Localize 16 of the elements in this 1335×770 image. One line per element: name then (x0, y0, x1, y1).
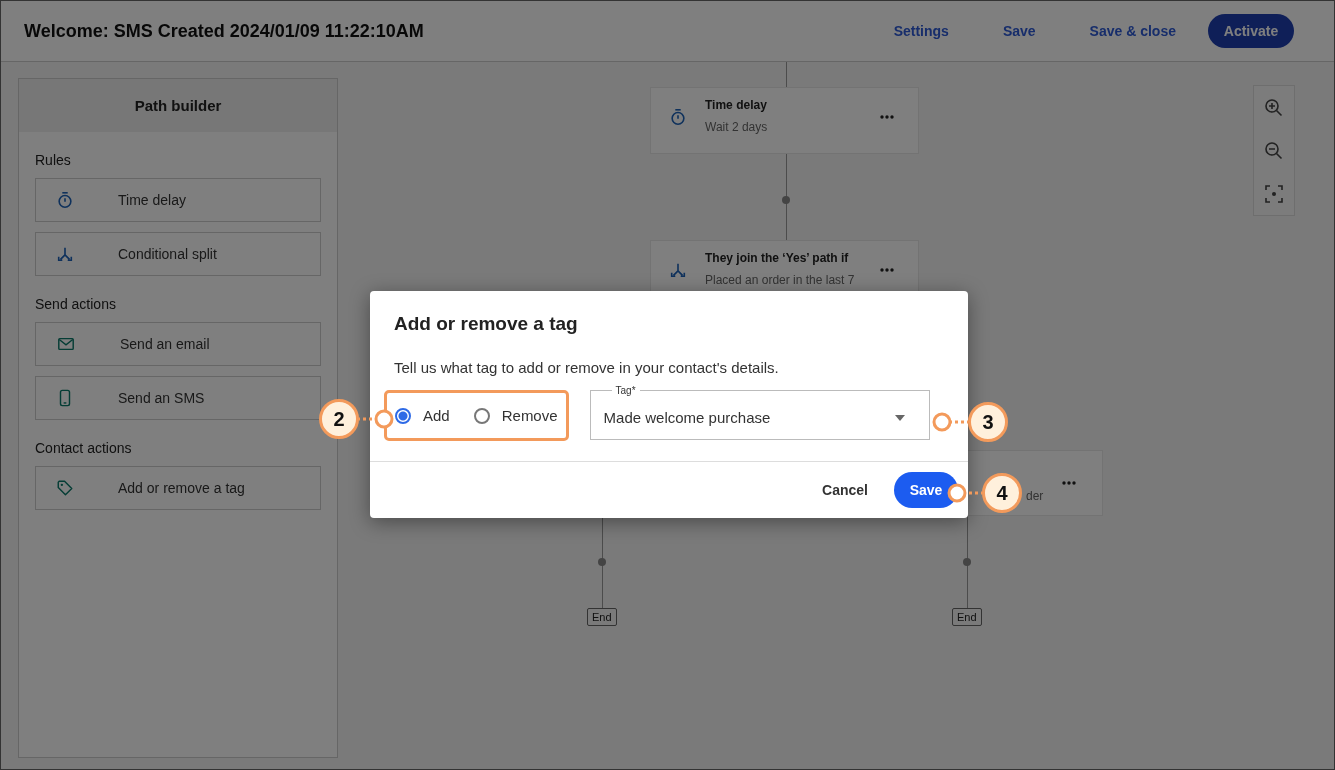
workflow-title: Welcome: SMS Created 2024/01/09 11:22:10AM (24, 20, 424, 42)
node-subtitle: der (1026, 489, 1044, 503)
section-heading: Send actions (35, 296, 117, 312)
node-subtitle: Placed an order in the last 7 (705, 273, 856, 287)
sidebar-title: Path builder (134, 97, 222, 114)
end-node: End (587, 608, 617, 626)
node-title: They join the ‘Yes’ path if (705, 251, 850, 265)
node-title: Time delay (705, 98, 768, 112)
dialog-title: Add or remove a tag (394, 313, 579, 335)
section-heading: Contact actions (35, 440, 133, 456)
node-subtitle: Wait 2 days (705, 120, 769, 134)
end-node: End (952, 608, 982, 626)
section-heading: Rules (35, 152, 72, 168)
callout-number: 3 (968, 402, 1008, 442)
dialog-description: Tell us what tag to add or remove in your contact's details. (394, 359, 780, 376)
callout-number: 2 (319, 399, 359, 439)
